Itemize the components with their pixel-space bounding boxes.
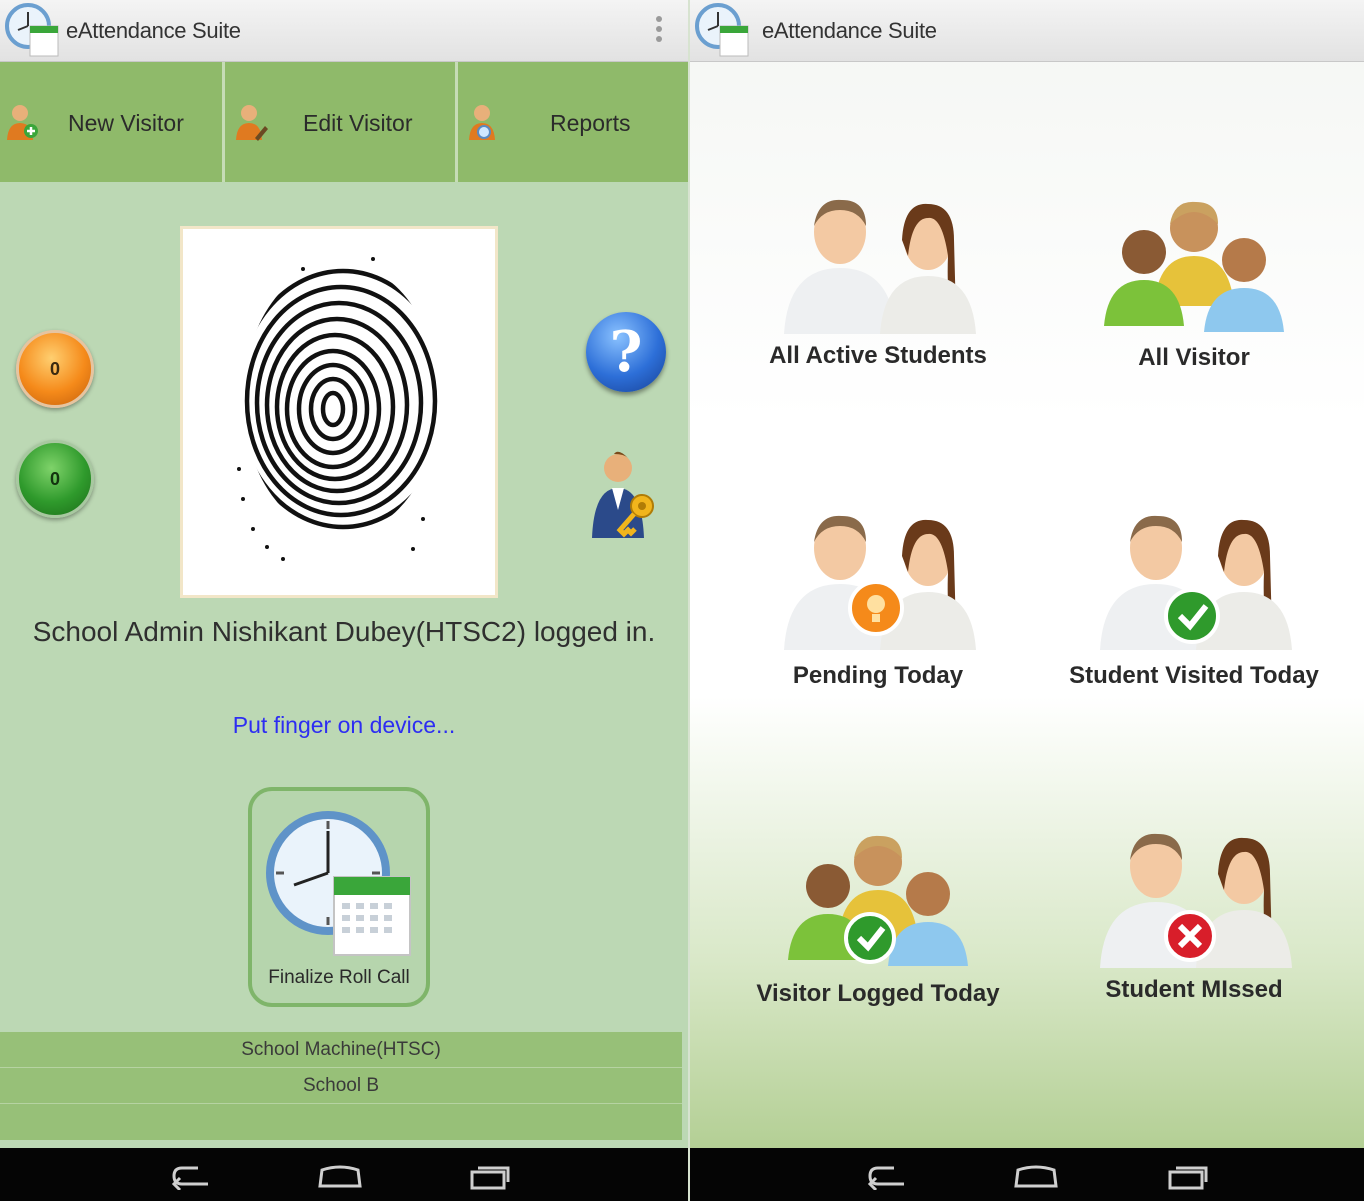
home-icon[interactable] [316,1162,364,1190]
action-bar: eAttendance Suite [0,0,688,62]
pending-counter-button[interactable]: 0 [16,330,94,408]
present-counter-button[interactable]: 0 [16,440,94,518]
dashboard-screen: eAttendance Suite All Active Students Al… [690,0,1364,1201]
all-visitor-label: All Visitor [1138,344,1250,371]
action-bar: eAttendance Suite [690,0,1364,62]
new-visitor-label: New Visitor [68,110,184,136]
present-counter-value: 0 [49,468,60,489]
visitor-logged-today-label: Visitor Logged Today [756,980,1000,1007]
add-person-icon [7,105,38,140]
visitor-group-icon [1104,201,1284,332]
recent-apps-icon[interactable] [466,1162,514,1190]
clock-calendar-icon [266,811,411,956]
app-title: eAttendance Suite [66,18,241,43]
visitor-toolbar: New Visitor Edit Visitor Reports [0,62,688,182]
admin-key-icon[interactable] [588,450,658,542]
device-info-panel: School Machine(HTSC) School B [0,1032,682,1140]
help-button[interactable]: ? [586,312,666,392]
back-icon[interactable] [168,1162,216,1190]
reports-button[interactable]: Reports [458,62,688,182]
app-clock-icon [5,3,59,57]
recent-apps-icon[interactable] [1164,1162,1212,1190]
finalize-roll-call-button[interactable]: Finalize Roll Call [248,787,430,1007]
student-visited-today-label: Student Visited Today [1069,662,1319,689]
reports-label: Reports [550,110,631,136]
login-status-text: School Admin Nishikant Dubey(HTSC2) logg… [32,616,656,647]
visitor-check-icon [788,835,968,966]
student-missed-tile[interactable]: Student MIssed [1044,830,1344,1060]
new-visitor-button[interactable]: New Visitor [0,62,225,182]
students-missed-icon [1100,833,1292,968]
finalize-roll-call-label: Finalize Roll Call [268,967,410,988]
pending-today-label: Pending Today [792,662,964,689]
school-name-text: School B [0,1068,682,1104]
edit-visitor-button[interactable]: Edit Visitor [225,62,458,182]
all-active-students-label: All Active Students [769,342,987,369]
student-missed-label: Student MIssed [1105,976,1283,1003]
overflow-menu-icon[interactable] [652,14,666,48]
finger-prompt-text: Put finger on device... [232,712,456,738]
pending-today-tile[interactable]: Pending Today [728,512,1028,742]
home-icon[interactable] [1012,1162,1060,1190]
fingerprint-scanner-area [180,226,498,598]
students-check-icon [1100,515,1292,650]
edit-visitor-label: Edit Visitor [303,110,413,136]
machine-name-text: School Machine(HTSC) [0,1032,682,1068]
pending-counter-value: 0 [49,358,60,379]
fingerprint-icon [237,257,439,561]
system-nav-bar [0,1148,688,1201]
students-pair-icon [784,199,976,334]
app-clock-icon [695,3,749,57]
back-icon[interactable] [864,1162,912,1190]
all-visitor-tile[interactable]: All Visitor [1044,196,1344,426]
visitor-logged-today-tile[interactable]: Visitor Logged Today [728,830,1028,1060]
report-person-icon [469,105,495,140]
students-pending-icon [784,515,976,650]
student-visited-today-tile[interactable]: Student Visited Today [1044,512,1344,742]
system-nav-bar [690,1148,1364,1201]
edit-person-icon [236,105,268,141]
attendance-screen: eAttendance Suite New Visitor Edit Visit… [0,0,688,1201]
help-icon: ? [609,319,643,385]
app-title: eAttendance Suite [762,18,937,43]
all-active-students-tile[interactable]: All Active Students [728,196,1028,426]
